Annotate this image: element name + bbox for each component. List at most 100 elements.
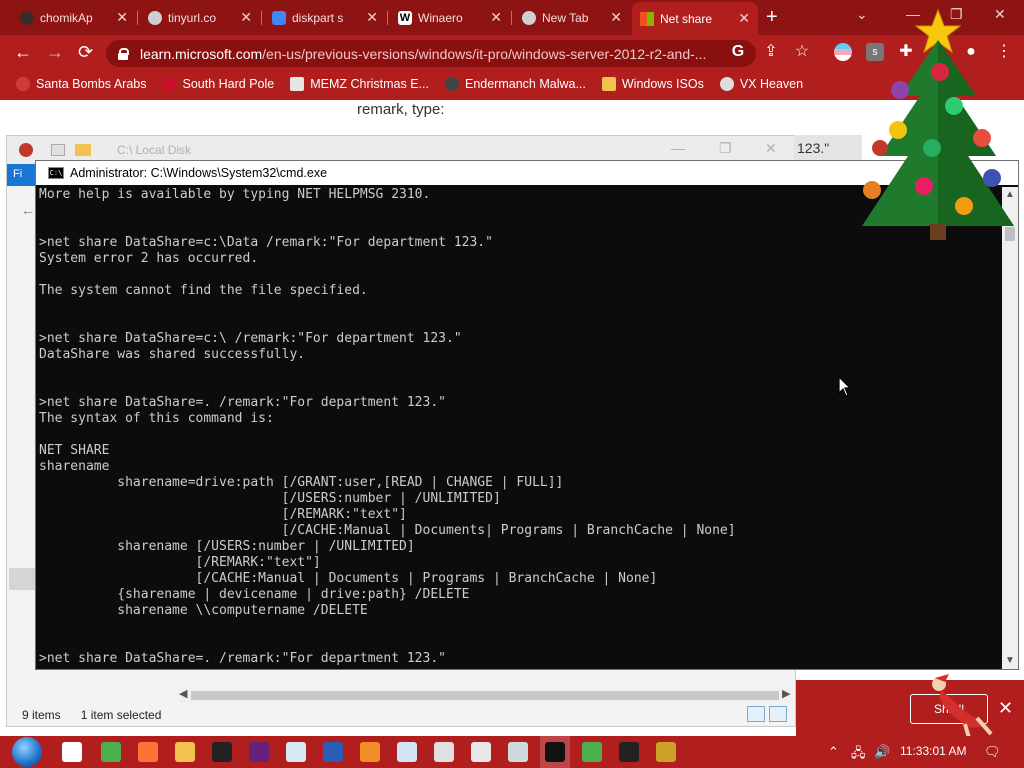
back-button[interactable]: ←: [14, 42, 32, 63]
explorer-minimize-button[interactable]: —: [671, 140, 685, 156]
bookmark-label: Endermanch Malwa...: [464, 77, 586, 91]
app-tools-taskbar-icon[interactable]: [508, 742, 528, 762]
start-button[interactable]: [12, 737, 42, 767]
winaero-w-icon: W: [398, 10, 412, 25]
bookmark-south-hard-pole[interactable]: South Hard Pole: [154, 77, 282, 91]
app-green-taskbar-icon[interactable]: [582, 742, 602, 762]
firefox-taskbar-icon[interactable]: [138, 742, 158, 762]
tab-diskpart[interactable]: diskpart s ✕: [264, 4, 386, 31]
tab-net-share[interactable]: Net share ✕: [632, 2, 758, 35]
snowflake-icon: [162, 77, 177, 91]
close-icon[interactable]: ✕: [240, 9, 252, 26]
page-snippet-text: 123.": [797, 140, 830, 156]
scroll-left-arrow-icon[interactable]: ◀: [179, 687, 187, 700]
christmas-tree-decoration: [862, 8, 1014, 240]
clock[interactable]: 11:33:01 AM: [900, 744, 967, 758]
tab-tinyurl[interactable]: tinyurl.co ✕: [140, 4, 260, 31]
explorer-back-button[interactable]: ←: [21, 202, 35, 218]
task-view-taskbar-icon[interactable]: [62, 742, 82, 762]
app-printer-taskbar-icon[interactable]: [471, 742, 491, 762]
close-icon[interactable]: ✕: [738, 10, 750, 27]
tab-winaero[interactable]: W Winaero ✕: [390, 4, 510, 31]
google-lens-icon[interactable]: G: [729, 43, 747, 61]
forward-button[interactable]: →: [46, 42, 64, 63]
scrollbar-thumb[interactable]: [191, 691, 779, 700]
biohazard-icon: [719, 77, 734, 91]
bookmark-vx-heaven[interactable]: VX Heaven: [712, 77, 811, 91]
tray-overflow-icon[interactable]: ⌃: [828, 744, 839, 760]
scroll-right-arrow-icon[interactable]: ▶: [782, 687, 790, 700]
bookmark-memz-christmas[interactable]: MEMZ Christmas E...: [282, 77, 437, 91]
bookmark-star-icon[interactable]: ☆: [793, 43, 811, 61]
folder-icon[interactable]: [75, 144, 91, 156]
close-icon[interactable]: ✕: [610, 9, 622, 26]
bookmark-label: South Hard Pole: [182, 77, 275, 91]
file-ribbon-tab[interactable]: Fi: [7, 164, 37, 186]
bookmark-santa-bombs[interactable]: Santa Bombs Arabs: [8, 77, 154, 91]
chrome-icon: [522, 10, 536, 25]
console-line: The syntax of this command is:: [39, 411, 274, 426]
horizontal-scrollbar[interactable]: ◀ ▶: [179, 688, 791, 702]
view-switcher: [747, 706, 787, 722]
chomik-favicon-icon: [20, 10, 34, 25]
volume-icon[interactable]: 🔊: [874, 744, 890, 760]
trophy-icon: [601, 77, 616, 91]
bookmark-endermanch[interactable]: Endermanch Malwa...: [437, 77, 594, 91]
file-explorer-taskbar-icon[interactable]: [175, 742, 195, 762]
console-line: NET SHARE: [39, 443, 110, 458]
bookmark-windows-isos[interactable]: Windows ISOs: [594, 77, 712, 91]
address-bar[interactable]: learn.microsoft.com /en-us/previous-vers…: [106, 40, 756, 67]
scroll-down-arrow-icon[interactable]: ▼: [1005, 655, 1015, 666]
microsoft-logo-icon: [640, 11, 654, 26]
tab-separator: [387, 11, 388, 25]
explorer-maximize-button[interactable]: ❐: [719, 140, 732, 157]
action-center-icon[interactable]: 🗨: [984, 744, 1001, 760]
quick-access-icon[interactable]: [51, 144, 65, 156]
explorer-status-bar: 9 items 1 item selected: [22, 708, 161, 722]
network-icon[interactable]: 🖧: [851, 744, 866, 766]
notepad-taskbar-icon[interactable]: [286, 742, 306, 762]
console-output[interactable]: More help is available by typing NET HEL…: [39, 187, 1001, 669]
vlc-taskbar-icon[interactable]: [360, 742, 380, 762]
skull-icon: [444, 77, 459, 91]
nav-pane-selected-item[interactable]: [9, 568, 37, 590]
console-line: [/CACHE:Manual | Documents| Programs | B…: [39, 523, 736, 538]
close-icon[interactable]: ✕: [116, 9, 128, 26]
console-line: DataShare was shared successfully.: [39, 347, 306, 362]
visual-studio-taskbar-icon[interactable]: [249, 742, 269, 762]
close-icon[interactable]: ✕: [490, 9, 502, 26]
details-view-icon[interactable]: [747, 706, 765, 722]
app-blank-taskbar-icon[interactable]: [434, 742, 454, 762]
notification-close-icon[interactable]: ✕: [998, 698, 1013, 719]
share-icon[interactable]: ⇪: [762, 43, 780, 61]
chrome-taskbar-icon[interactable]: [101, 742, 121, 762]
tab-label: tinyurl.co: [168, 10, 217, 25]
xming-taskbar-icon[interactable]: [619, 742, 639, 762]
reload-button[interactable]: ⟳: [78, 42, 93, 63]
powershell-taskbar-icon[interactable]: [323, 742, 343, 762]
console-line: [/REMARK:"text"]: [39, 555, 321, 570]
tab-new-tab[interactable]: New Tab ✕: [514, 4, 630, 31]
large-icons-view-icon[interactable]: [769, 706, 787, 722]
memz-icon: [290, 77, 305, 91]
cmd-taskbar-icon[interactable]: [545, 742, 565, 762]
app-orb-taskbar-icon[interactable]: [656, 742, 676, 762]
explorer-close-button[interactable]: ✕: [765, 140, 777, 157]
explorer-app-icon: [19, 143, 33, 157]
bookmark-label: Windows ISOs: [621, 77, 704, 91]
new-tab-button[interactable]: +: [766, 6, 778, 29]
console-line: >net share DataShare=c:\ /remark:"For de…: [39, 331, 462, 346]
7zip-taskbar-icon[interactable]: [212, 742, 232, 762]
page-body-text: remark, type:: [357, 101, 445, 118]
tab-chomik[interactable]: chomikAp ✕: [12, 4, 136, 31]
url-host: learn.microsoft.com: [140, 45, 263, 62]
close-icon[interactable]: ✕: [366, 9, 378, 26]
cmd-vertical-scrollbar[interactable]: ▲ ▼: [1002, 187, 1018, 669]
app-window-taskbar-icon[interactable]: [397, 742, 417, 762]
tab-label: Winaero: [418, 10, 463, 25]
